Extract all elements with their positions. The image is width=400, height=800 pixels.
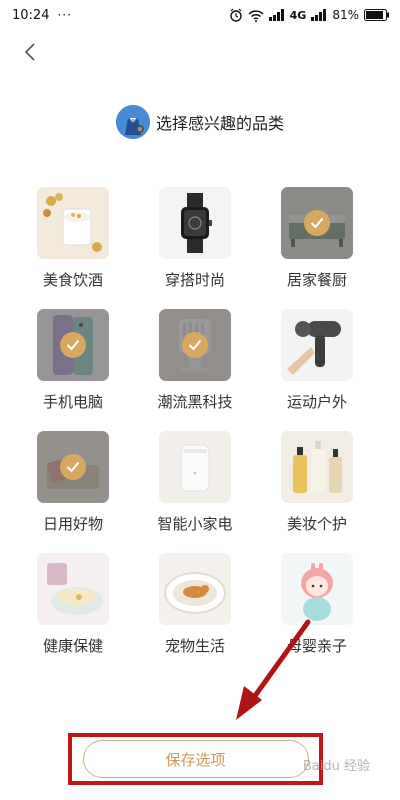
bunny-toy-image bbox=[281, 553, 353, 625]
status-dots: ··· bbox=[57, 8, 72, 22]
save-highlight-box: 保存选项 bbox=[68, 733, 323, 785]
category-label: 美妆个护 bbox=[286, 515, 347, 533]
signal-icon-2 bbox=[311, 9, 327, 21]
save-button[interactable]: 保存选项 bbox=[82, 740, 309, 778]
category-item[interactable]: 穿搭时尚 bbox=[150, 187, 240, 290]
category-item[interactable]: 潮流黑科技 bbox=[150, 309, 240, 412]
bowl-image bbox=[37, 553, 109, 625]
category-item[interactable]: 美食饮酒 bbox=[28, 187, 118, 290]
phone-image bbox=[37, 309, 109, 381]
alarm-icon bbox=[229, 8, 243, 22]
category-label: 美食饮酒 bbox=[42, 271, 103, 289]
category-label: 穿搭时尚 bbox=[164, 271, 225, 289]
category-label: 健康保健 bbox=[42, 637, 103, 655]
category-label: 居家餐厨 bbox=[286, 271, 347, 289]
battery-icon bbox=[364, 9, 390, 21]
suit-person-icon bbox=[115, 105, 150, 139]
tissue-box-image bbox=[37, 431, 109, 503]
fan-image bbox=[159, 309, 231, 381]
category-label: 智能小家电 bbox=[157, 515, 233, 533]
food-drink-image bbox=[37, 187, 109, 259]
massage-gun-image bbox=[281, 309, 353, 381]
watch-image bbox=[159, 187, 231, 259]
bottles-image bbox=[281, 431, 353, 503]
category-item[interactable]: 母婴亲子 bbox=[272, 553, 362, 656]
battery-percent: 81% bbox=[332, 8, 359, 22]
watermark: Baidu 经验 bbox=[302, 759, 370, 774]
category-item[interactable]: 宠物生活 bbox=[150, 553, 240, 656]
category-item[interactable]: 美妆个护 bbox=[272, 431, 362, 534]
back-button[interactable] bbox=[18, 40, 42, 64]
category-label: 母婴亲子 bbox=[286, 637, 347, 655]
category-label: 手机电脑 bbox=[42, 393, 103, 411]
signal-icon bbox=[268, 9, 285, 21]
category-item[interactable]: 健康保健 bbox=[28, 553, 118, 656]
status-time: 10:24 bbox=[12, 7, 50, 23]
category-item[interactable]: 手机电脑 bbox=[28, 309, 118, 412]
category-item[interactable]: 智能小家电 bbox=[150, 431, 240, 534]
network-type: 4G bbox=[289, 8, 307, 22]
category-item[interactable]: 运动户外 bbox=[272, 309, 362, 412]
category-item[interactable]: 日用好物 bbox=[28, 431, 118, 534]
category-label: 日用好物 bbox=[42, 515, 103, 533]
pet-bed-image bbox=[159, 553, 231, 625]
category-item[interactable]: 居家餐厨 bbox=[272, 187, 362, 290]
category-label: 运动户外 bbox=[286, 393, 347, 411]
home-bed-image bbox=[281, 187, 353, 259]
category-label: 宠物生活 bbox=[164, 637, 225, 655]
category-label: 潮流黑科技 bbox=[157, 393, 233, 411]
status-bar: 10:24 ··· 4G 81% bbox=[0, 0, 400, 30]
page-header: 选择感兴趣的品类 bbox=[0, 102, 400, 142]
humidifier-image bbox=[159, 431, 231, 503]
wifi-icon bbox=[248, 9, 264, 22]
chevron-left-icon bbox=[24, 43, 35, 61]
page-title: 选择感兴趣的品类 bbox=[155, 114, 284, 133]
avatar bbox=[115, 105, 150, 139]
